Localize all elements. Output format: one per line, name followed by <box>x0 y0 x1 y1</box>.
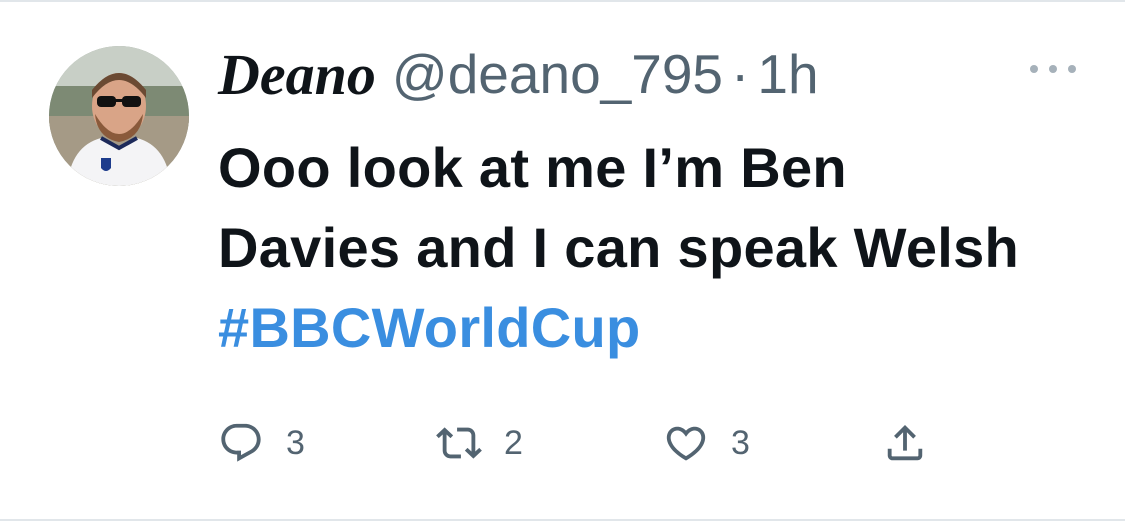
share-icon <box>887 424 923 461</box>
retweet-count: 2 <box>504 423 523 462</box>
user-avatar-photo-icon <box>49 46 189 186</box>
like-count: 3 <box>731 423 750 462</box>
like-button[interactable]: 3 <box>663 418 750 468</box>
heart-icon <box>666 426 706 461</box>
display-name[interactable]: Deano <box>218 41 376 108</box>
retweet-button[interactable]: 2 <box>436 418 523 468</box>
top-divider <box>0 0 1125 2</box>
tweet-body: Ooo look at me I’m Ben Davies and I can … <box>218 136 1020 279</box>
more-horizontal-icon[interactable] <box>1030 62 1076 76</box>
separator-dot: · <box>731 43 750 105</box>
avatar[interactable] <box>49 46 189 186</box>
tweet-header: Deano @deano_795 · 1h <box>218 38 819 110</box>
reply-button[interactable]: 3 <box>218 418 305 468</box>
user-handle[interactable]: @deano_795 <box>392 42 723 106</box>
share-button[interactable] <box>882 418 928 468</box>
tweet-text: Ooo look at me I’m Ben Davies and I can … <box>218 128 1038 368</box>
reply-icon <box>221 423 261 462</box>
tweet-actions: 3 2 3 <box>218 418 978 468</box>
timestamp[interactable]: 1h <box>757 42 818 106</box>
reply-count: 3 <box>286 423 305 462</box>
retweet-icon <box>436 427 482 459</box>
hashtag-link[interactable]: #BBCWorldCup <box>218 296 641 359</box>
